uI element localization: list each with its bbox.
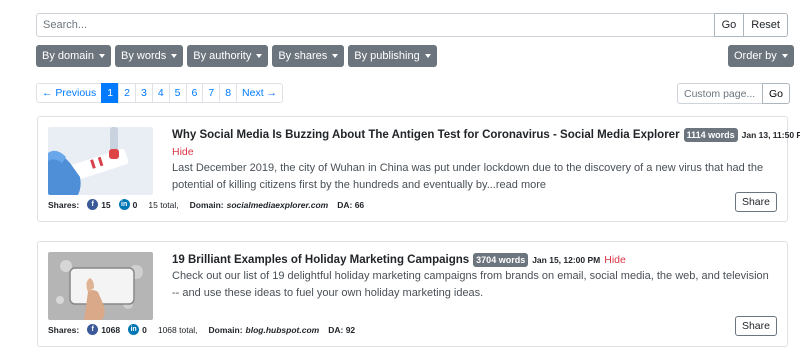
linkedin-icon: in <box>118 199 130 210</box>
filter-label: By words <box>120 50 167 62</box>
article-title[interactable]: Why Social Media Is Buzzing About The An… <box>172 129 680 141</box>
caret-down-icon <box>171 54 178 58</box>
filter-label: By shares <box>278 50 328 62</box>
domain-authority: DA: 66 <box>337 199 365 210</box>
filter-label: By publishing <box>354 50 420 62</box>
filter-by-domain-dropdown[interactable]: By domain <box>36 45 111 67</box>
custom-page-input[interactable] <box>677 83 763 104</box>
custom-page-go-button[interactable]: Go <box>762 83 791 104</box>
page-link-4[interactable]: 4 <box>151 83 170 103</box>
facebook-count: 15 <box>101 199 111 210</box>
search-input[interactable] <box>36 13 715 37</box>
article-description: Last December 2019, the city of Wuhan in… <box>172 162 764 191</box>
share-button[interactable]: Share <box>734 316 777 336</box>
linkedin-icon: in <box>128 324 140 335</box>
article-date: Jan 15, 12:00 PM <box>532 255 601 265</box>
total-shares: 15 total, <box>148 199 179 210</box>
next-page-link[interactable]: Next → <box>236 83 284 103</box>
page-link-3[interactable]: 3 <box>134 83 153 103</box>
shares-label: Shares: <box>48 199 80 210</box>
article-title[interactable]: 19 Brilliant Examples of Holiday Marketi… <box>172 254 469 266</box>
linkedin-count: 0 <box>142 324 147 335</box>
filter-by-authority-dropdown[interactable]: By authority <box>187 45 269 67</box>
domain-label: Domain: <box>189 199 224 210</box>
previous-page-link[interactable]: ← Previous <box>36 83 103 103</box>
filter-label: By authority <box>193 50 252 62</box>
hide-link[interactable]: Hide <box>604 254 626 266</box>
covid-test-image[interactable] <box>48 127 153 195</box>
shares-label: Shares: <box>48 324 80 335</box>
page-link-8[interactable]: 8 <box>219 83 238 103</box>
share-button[interactable]: Share <box>734 192 777 212</box>
page-link-6[interactable]: 6 <box>185 83 204 103</box>
article-card: 19 Brilliant Examples of Holiday Marketi… <box>37 241 788 347</box>
article-card: Why Social Media Is Buzzing About The An… <box>37 116 800 222</box>
pagination: ← Previous 1 2 3 4 5 6 7 8 Next → <box>36 83 284 103</box>
share-stats: Shares: f 15 in 0 15 total, Domain: soci… <box>48 199 364 210</box>
order-by-dropdown[interactable]: Order by <box>728 45 794 67</box>
word-count-badge: 1114 words <box>683 128 738 142</box>
linkedin-count: 0 <box>132 199 138 210</box>
share-stats: Shares: f 1068 in 0 1068 total, Domain: … <box>48 324 355 335</box>
search-reset-button[interactable]: Reset <box>743 13 788 37</box>
total-shares: 1068 total, <box>157 324 198 335</box>
order-by-label: Order by <box>734 50 777 62</box>
search-go-button[interactable]: Go <box>713 13 745 37</box>
facebook-icon: f <box>87 324 99 335</box>
filter-by-publishing-dropdown[interactable]: By publishing <box>348 45 437 67</box>
phone-in-hand-image[interactable] <box>48 252 153 320</box>
caret-down-icon <box>256 54 263 58</box>
article-date: Jan 13, 11:50 PM <box>741 130 800 140</box>
page-link-5[interactable]: 5 <box>168 83 187 103</box>
domain-label: Domain: <box>208 324 243 335</box>
page-link-2[interactable]: 2 <box>118 83 136 103</box>
article-title-row: 19 Brilliant Examples of Holiday Marketi… <box>172 253 626 267</box>
page-link-1[interactable]: 1 <box>101 83 120 103</box>
caret-down-icon <box>424 54 431 58</box>
domain-value: blog.hubspot.com <box>245 324 320 335</box>
caret-down-icon <box>332 54 339 58</box>
filter-by-words-dropdown[interactable]: By words <box>114 45 184 67</box>
article-description: Check out our list of 19 delightful holi… <box>172 270 769 299</box>
hide-link[interactable]: Hide <box>172 146 194 158</box>
filter-by-shares-dropdown[interactable]: By shares <box>272 45 345 67</box>
domain-authority: DA: 92 <box>328 324 356 335</box>
custom-page-group: Go <box>677 83 791 104</box>
filter-label: By domain <box>42 50 94 62</box>
facebook-icon: f <box>87 199 99 210</box>
caret-down-icon <box>781 54 788 58</box>
facebook-count: 1068 <box>101 324 121 335</box>
caret-down-icon <box>98 54 105 58</box>
page-link-7[interactable]: 7 <box>202 83 221 103</box>
filter-bar: By domain By words By authority By share… <box>36 45 437 67</box>
domain-value: socialmediaexplorer.com <box>226 199 329 210</box>
search-bar: Go Reset <box>36 13 788 37</box>
word-count-badge: 3704 words <box>473 253 529 267</box>
article-title-row: Why Social Media Is Buzzing About The An… <box>172 128 800 142</box>
